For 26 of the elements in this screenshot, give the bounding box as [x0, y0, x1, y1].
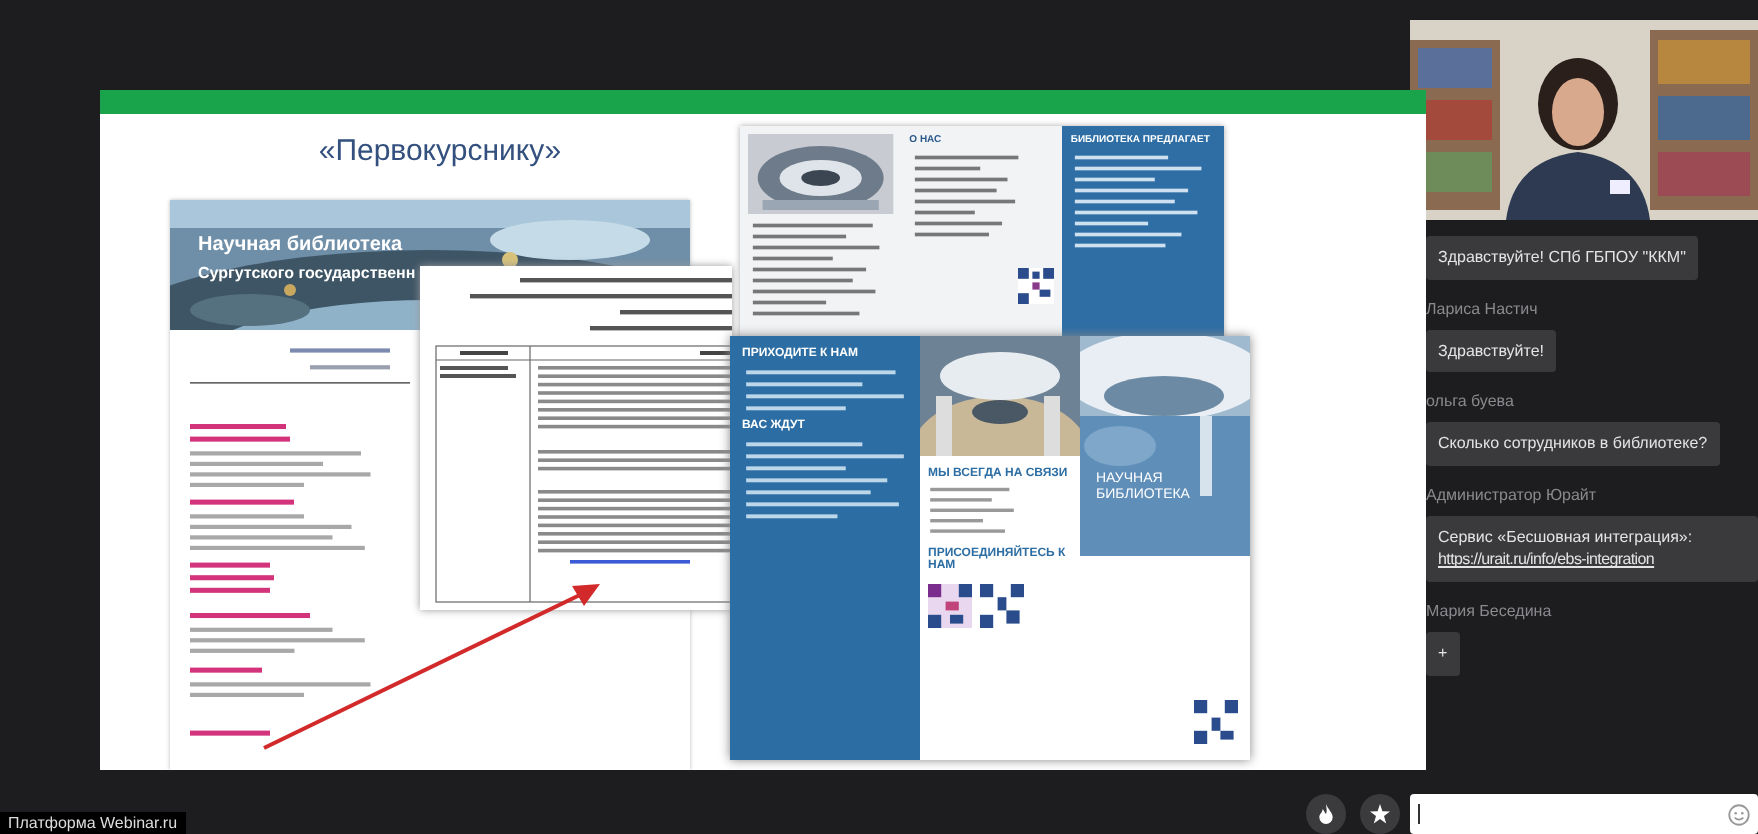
star-button[interactable]	[1360, 794, 1400, 834]
slide-title: «Первокурснику»	[316, 134, 564, 168]
message-author: Лариса Настич	[1426, 299, 1538, 318]
platform-label: Платформа Webinar.ru	[0, 812, 186, 834]
message-text: Сервис «Бесшовная интеграция»: https://urait.ru/info/ebs-integration	[1438, 525, 1695, 572]
link[interactable]: https://urait.ru/info/ebs-integration	[1438, 550, 1655, 569]
banner-title: Научная библиотека	[198, 234, 405, 256]
text-cursor	[1418, 804, 1420, 824]
message-input[interactable]	[1410, 794, 1758, 834]
smiley-icon[interactable]	[1728, 803, 1750, 825]
text-lines-drawing	[928, 484, 1016, 536]
flame-icon	[1316, 804, 1336, 824]
chat-message: Сколько сотрудников в библиотеке?	[1426, 422, 1720, 466]
qr-code-icon	[980, 584, 1024, 628]
fire-button[interactable]	[1306, 794, 1346, 834]
qr-code-icon	[928, 584, 972, 628]
message-author: Администратор Юрайт	[1426, 485, 1597, 504]
qr-code-icon	[1018, 268, 1055, 304]
star-icon	[1370, 804, 1390, 824]
chat-message: Здравствуйте! СПб ГБПОУ "ККМ"	[1426, 236, 1698, 280]
banner-subtitle: Сургутского государственн	[198, 264, 416, 282]
qr-code-icon	[1194, 700, 1238, 744]
message-author: Мария Беседина	[1426, 601, 1552, 620]
chat-message: +	[1426, 631, 1460, 676]
message-author: ольга буева	[1426, 392, 1514, 411]
chat-message: Здравствуйте!	[1426, 329, 1557, 373]
